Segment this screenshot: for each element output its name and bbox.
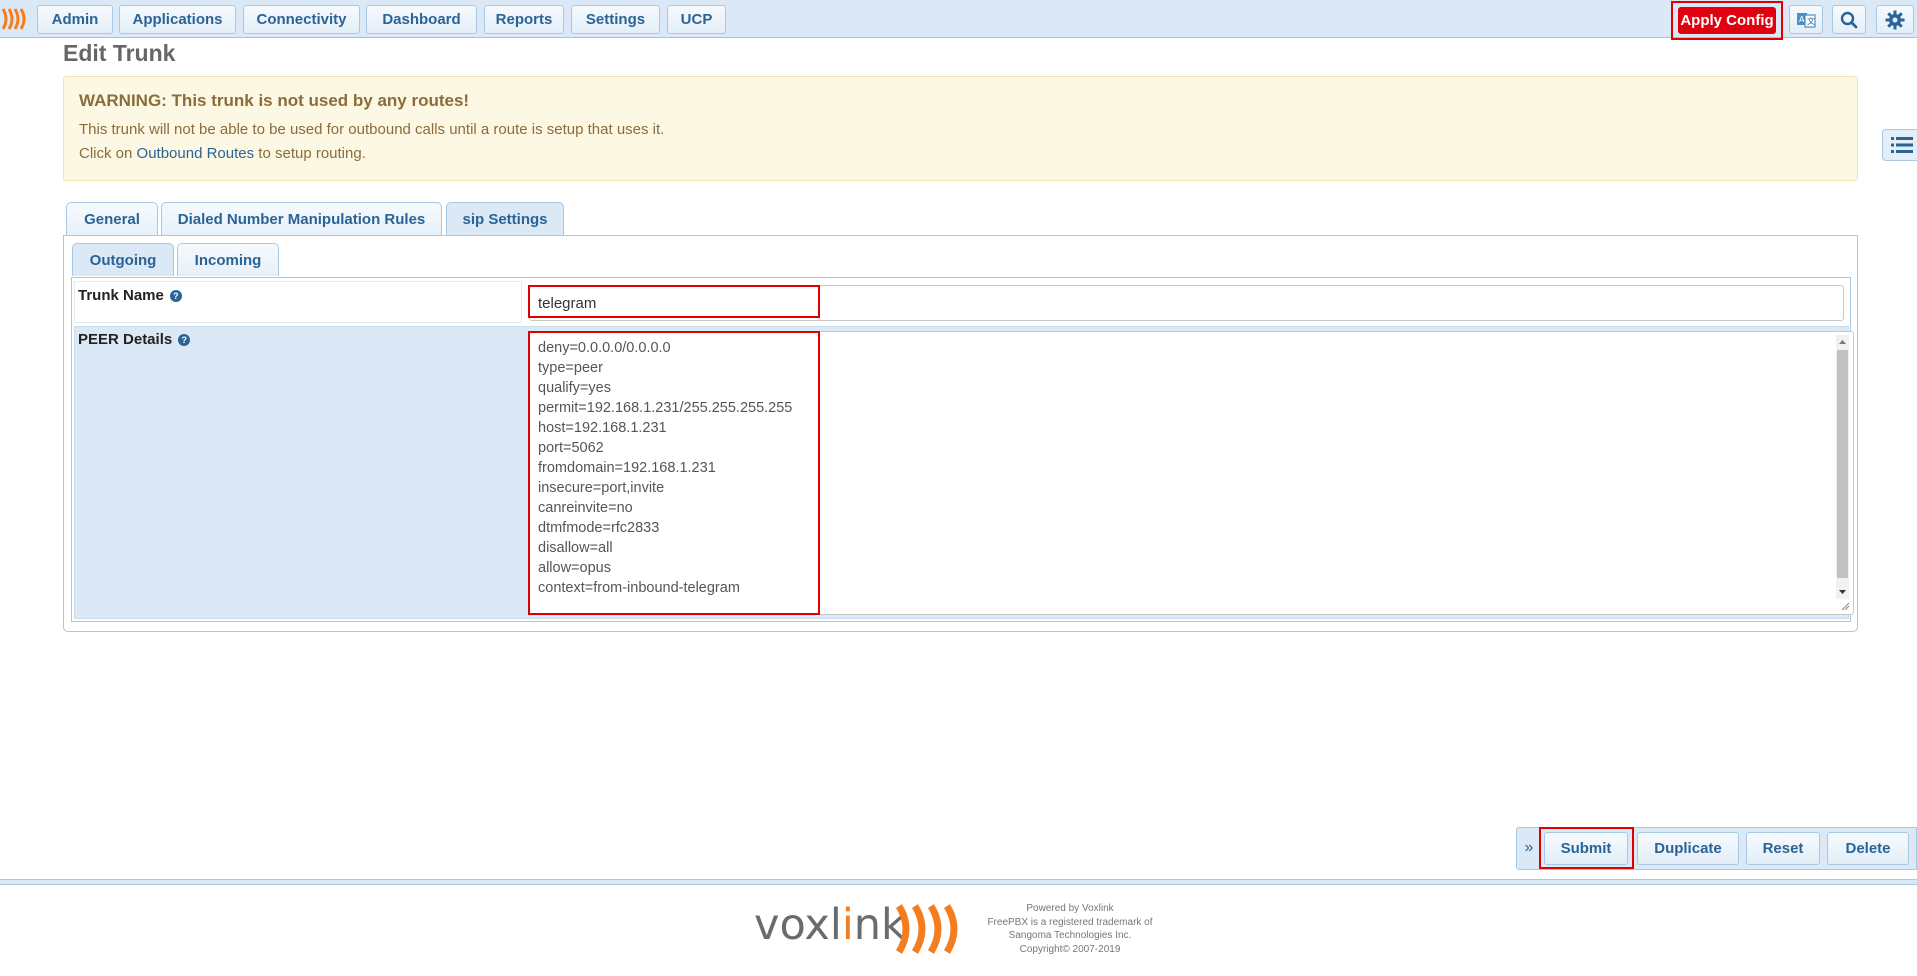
subtab-incoming[interactable]: Incoming bbox=[177, 243, 279, 276]
footer-divider bbox=[0, 879, 1917, 885]
warning-hint-suffix: to setup routing. bbox=[258, 145, 366, 162]
scroll-down-icon[interactable] bbox=[1836, 586, 1849, 598]
subtab-outgoing[interactable]: Outgoing bbox=[72, 243, 174, 276]
search-icon[interactable] bbox=[1832, 5, 1866, 34]
voxlink-logo: voxlink bbox=[754, 900, 906, 950]
delete-button[interactable]: Delete bbox=[1827, 832, 1909, 865]
apply-config-highlight: Apply Config bbox=[1671, 1, 1783, 40]
resize-grip-icon[interactable] bbox=[1840, 601, 1850, 611]
page-title: Edit Trunk bbox=[63, 40, 176, 66]
nav-reports[interactable]: Reports bbox=[484, 5, 564, 34]
top-navbar: Admin Applications Connectivity Dashboar… bbox=[0, 0, 1917, 40]
peer-detail-line: type=peer bbox=[538, 360, 603, 376]
tab-sip-settings[interactable]: sip Settings bbox=[446, 202, 564, 236]
peer-detail-line: fromdomain=192.168.1.231 bbox=[538, 460, 716, 476]
warning-title: WARNING: This trunk is not used by any r… bbox=[79, 91, 470, 110]
peer-detail-line: context=from-inbound-telegram bbox=[538, 580, 740, 596]
nav-dashboard[interactable]: Dashboard bbox=[366, 5, 477, 34]
peer-detail-line: allow=opus bbox=[538, 560, 611, 576]
apply-config-button[interactable]: Apply Config bbox=[1678, 7, 1776, 34]
warning-hint-prefix: Click on bbox=[79, 145, 133, 162]
logo-text-start: voxl bbox=[754, 900, 842, 950]
footer-company: Sangoma Technologies Inc. bbox=[1008, 930, 1132, 941]
svg-text:A: A bbox=[1799, 15, 1805, 24]
footer-info: Powered by Voxlink FreePBX is a register… bbox=[982, 902, 1158, 956]
list-toggle-icon[interactable] bbox=[1882, 129, 1917, 161]
warning-message: This trunk will not be able to be used f… bbox=[79, 121, 665, 138]
voxlink-wave-icon bbox=[895, 904, 958, 954]
duplicate-button[interactable]: Duplicate bbox=[1637, 832, 1739, 865]
scroll-up-icon[interactable] bbox=[1836, 336, 1849, 348]
peer-detail-line: port=5062 bbox=[538, 440, 604, 456]
logo-text-accent: i bbox=[841, 900, 854, 950]
tab-dialed-number-manipulation-rules[interactable]: Dialed Number Manipulation Rules bbox=[161, 202, 442, 236]
peer-detail-line: dtmfmode=rfc2833 bbox=[538, 520, 660, 536]
scrollbar-thumb[interactable] bbox=[1837, 350, 1848, 578]
peer-detail-line: qualify=yes bbox=[538, 380, 611, 396]
trunk-name-input[interactable] bbox=[529, 285, 1844, 321]
warning-routing-hint: Click on Outbound Routes to setup routin… bbox=[79, 145, 1842, 162]
gear-icon[interactable] bbox=[1876, 5, 1914, 34]
nav-settings[interactable]: Settings bbox=[571, 5, 660, 34]
peer-detail-line: disallow=all bbox=[538, 540, 613, 556]
trunk-name-label-text: Trunk Name bbox=[78, 287, 164, 304]
collapse-chevron-icon[interactable]: » bbox=[1522, 836, 1536, 860]
submit-button[interactable]: Submit bbox=[1544, 832, 1628, 865]
peer-details-label: PEER Details? bbox=[78, 331, 191, 348]
help-icon[interactable]: ? bbox=[178, 334, 191, 347]
nav-admin[interactable]: Admin bbox=[37, 5, 113, 34]
peer-detail-line: permit=192.168.1.231/255.255.255.255 bbox=[538, 400, 793, 416]
warning-alert: WARNING: This trunk is not used by any r… bbox=[63, 76, 1858, 181]
peer-detail-line: host=192.168.1.231 bbox=[538, 420, 667, 436]
outbound-routes-link[interactable]: Outbound Routes bbox=[137, 145, 255, 162]
peer-details-label-text: PEER Details bbox=[78, 331, 173, 348]
reset-button[interactable]: Reset bbox=[1746, 832, 1820, 865]
freepbx-logo-icon[interactable] bbox=[0, 6, 30, 32]
trunk-name-label: Trunk Name? bbox=[78, 287, 182, 304]
peer-detail-line: deny=0.0.0.0/0.0.0.0 bbox=[538, 340, 671, 356]
help-icon[interactable]: ? bbox=[169, 290, 182, 303]
nav-applications[interactable]: Applications bbox=[119, 5, 236, 34]
svg-text:文: 文 bbox=[1807, 16, 1815, 26]
footer-powered-by: Powered by Voxlink bbox=[1026, 903, 1114, 914]
textarea-scrollbar[interactable] bbox=[1836, 335, 1849, 599]
footer-trademark: FreePBX is a registered trademark of bbox=[987, 916, 1153, 928]
language-icon[interactable]: A 文 bbox=[1789, 5, 1823, 34]
peer-detail-line: canreinvite=no bbox=[538, 500, 633, 516]
nav-connectivity[interactable]: Connectivity bbox=[243, 5, 360, 34]
peer-detail-line: insecure=port,invite bbox=[538, 480, 665, 496]
nav-ucp[interactable]: UCP bbox=[667, 5, 726, 34]
footer-copyright: Copyright© 2007-2019 bbox=[1019, 943, 1121, 955]
tab-general[interactable]: General bbox=[66, 202, 158, 236]
peer-details-textarea[interactable]: deny=0.0.0.0/0.0.0.0 type=peer qualify=y… bbox=[529, 331, 1854, 615]
